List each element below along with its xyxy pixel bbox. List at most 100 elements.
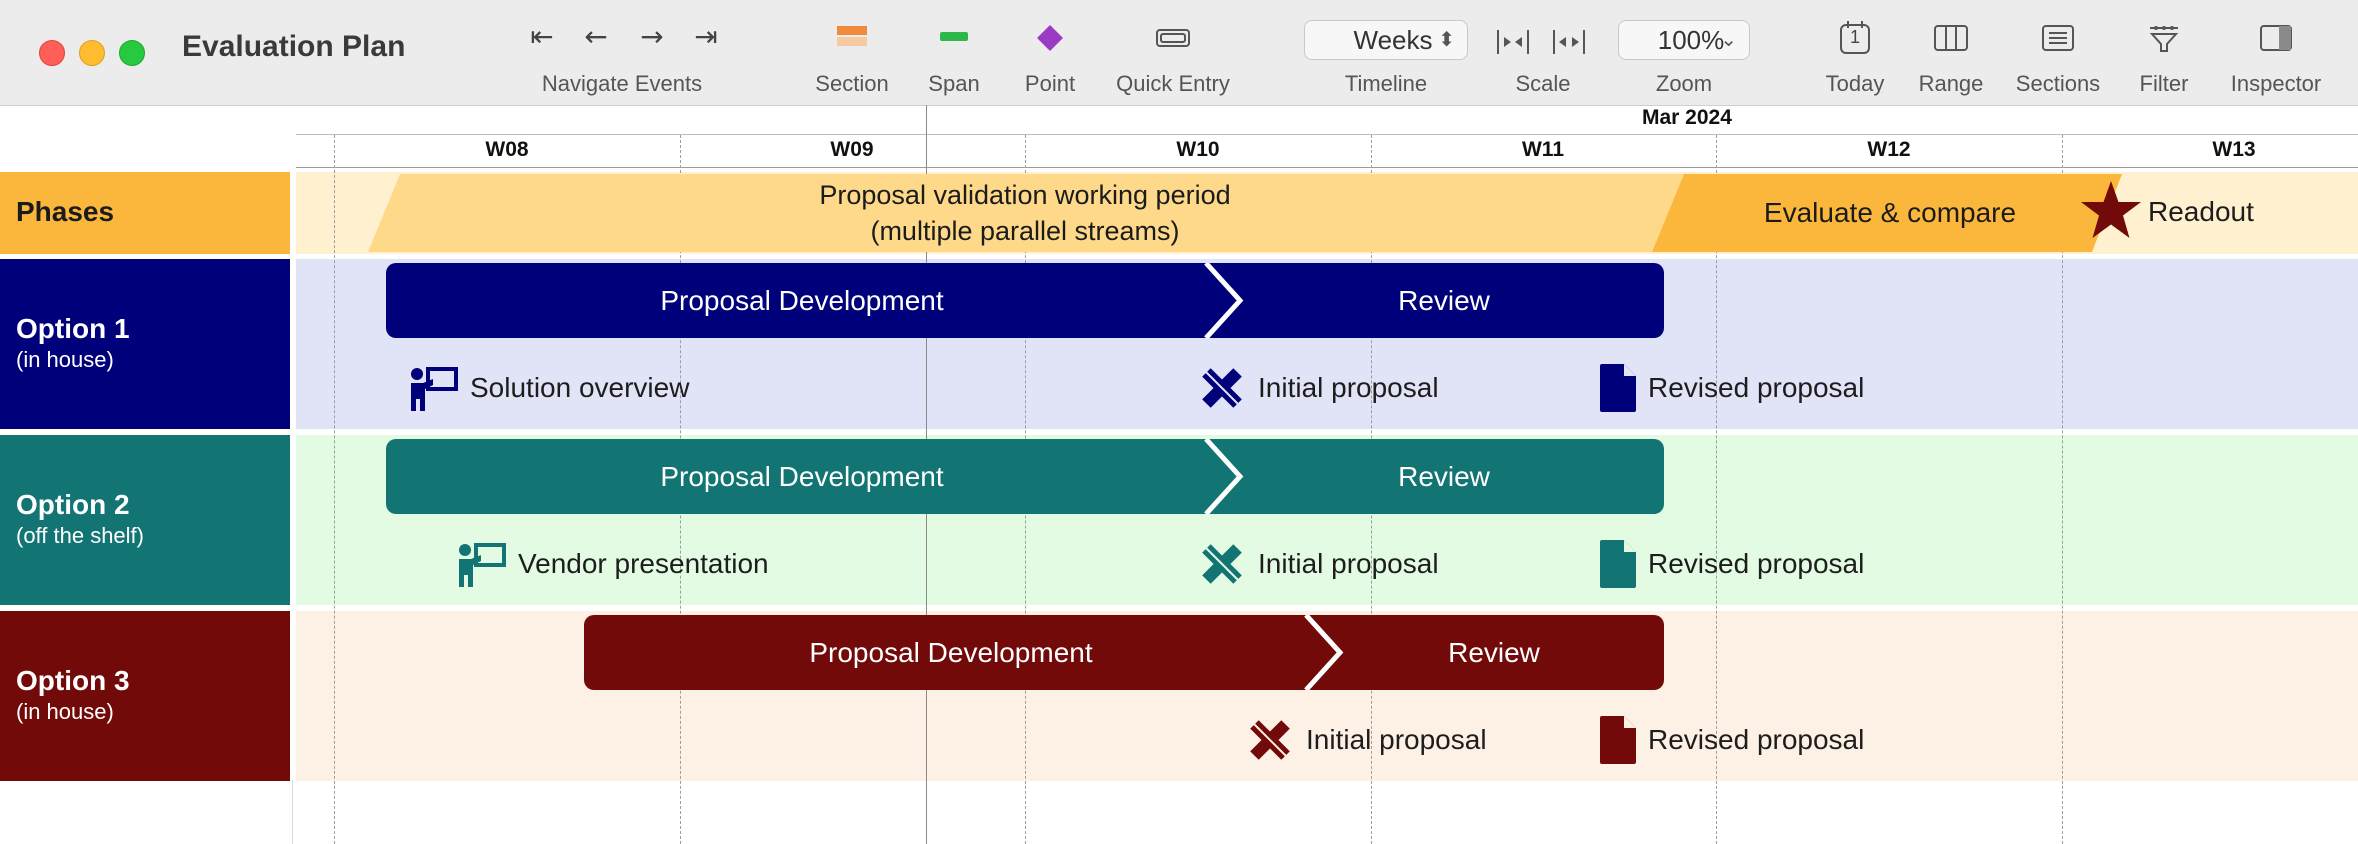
last-event-icon[interactable]: ⇥ xyxy=(684,20,728,53)
close-window-button[interactable] xyxy=(39,40,65,66)
timeline-popup[interactable]: Weeks ⬍ xyxy=(1304,20,1468,60)
next-event-icon[interactable]: → xyxy=(630,20,674,53)
option3-header[interactable]: Option 3 (in house) xyxy=(0,611,290,781)
header-divider xyxy=(296,134,2358,135)
navigate-events-label: Navigate Events xyxy=(541,71,703,96)
scale-group: Scale xyxy=(1486,0,1600,105)
option3-subtitle: (in house) xyxy=(16,699,114,724)
range-label: Range xyxy=(1918,71,1984,96)
option1-solution-overview[interactable]: Solution overview xyxy=(408,362,689,414)
month-label: Mar 2024 xyxy=(1642,106,1732,129)
zoom-label: Zoom xyxy=(1655,71,1713,96)
scale-shrink-icon[interactable] xyxy=(1496,28,1530,56)
stepper-icon: ⬍ xyxy=(1438,29,1455,51)
phases-header[interactable]: Phases xyxy=(0,172,290,254)
section-button[interactable]: Section xyxy=(802,0,902,105)
point-icon xyxy=(1037,25,1063,51)
today-label: Today xyxy=(1825,71,1885,96)
zoom-group: 100% ⌄ Zoom xyxy=(1618,0,1750,105)
week-label: W08 xyxy=(485,138,529,161)
pencil-ruler-icon xyxy=(1202,368,1242,408)
inspector-button[interactable]: Inspector xyxy=(2218,0,2334,105)
filter-button[interactable]: Filter xyxy=(2124,0,2204,105)
option2-initial-proposal[interactable]: Initial proposal xyxy=(1196,538,1439,590)
week-label: W13 xyxy=(2212,138,2256,161)
milestone-label: Revised proposal xyxy=(1648,548,1865,579)
pencil-ruler-icon xyxy=(1250,720,1290,760)
phase-evaluate-compare[interactable]: Evaluate & compare xyxy=(1700,174,2080,252)
option1-proposal-development[interactable]: Proposal Development xyxy=(386,263,1218,338)
option3-revised-proposal[interactable]: Revised proposal xyxy=(1598,714,1864,766)
milestone-label: Initial proposal xyxy=(1258,548,1439,579)
option1-header[interactable]: Option 1 (in house) xyxy=(0,259,290,429)
option1-subtitle: (in house) xyxy=(16,347,114,372)
milestone-label: Vendor presentation xyxy=(518,548,769,579)
quick-entry-icon xyxy=(1156,29,1190,47)
milestone-label: Revised proposal xyxy=(1648,372,1865,403)
milestone-label: Initial proposal xyxy=(1258,372,1439,403)
previous-event-icon[interactable]: ← xyxy=(574,20,618,53)
point-label: Point xyxy=(1024,71,1076,96)
filter-label: Filter xyxy=(2139,71,2189,96)
option2-revised-proposal[interactable]: Revised proposal xyxy=(1598,538,1864,590)
working-period-line1: Proposal validation working period xyxy=(819,179,1231,210)
presentation-icon xyxy=(411,367,458,411)
option2-vendor-presentation[interactable]: Vendor presentation xyxy=(456,538,769,590)
phases-title: Phases xyxy=(16,196,115,227)
sections-button[interactable]: Sections xyxy=(2004,0,2112,105)
week-label: W11 xyxy=(1521,138,1565,161)
filter-icon xyxy=(2149,26,2179,52)
window-title: Evaluation Plan xyxy=(182,30,406,63)
week-label: W12 xyxy=(1867,138,1911,161)
week-label: W09 xyxy=(830,138,874,161)
option2-review[interactable]: Review xyxy=(1224,439,1664,514)
option2-proposal-development[interactable]: Proposal Development xyxy=(386,439,1218,514)
scale-label: Scale xyxy=(1515,71,1571,96)
section-icon xyxy=(837,26,867,46)
star-icon[interactable] xyxy=(2080,180,2142,240)
option1-review[interactable]: Review xyxy=(1224,263,1664,338)
scale-expand-icon[interactable] xyxy=(1552,28,1586,56)
document-icon xyxy=(1600,364,1636,412)
option1-revised-proposal[interactable]: Revised proposal xyxy=(1598,362,1864,414)
timeline-label: Timeline xyxy=(1344,71,1428,96)
phase-working-period[interactable]: Proposal validation working period (mult… xyxy=(420,174,1630,252)
span-button[interactable]: Span xyxy=(914,0,994,105)
timeline-value: Weeks xyxy=(1353,25,1433,55)
readout-label[interactable]: Readout xyxy=(2148,186,2254,238)
zoom-popup[interactable]: 100% ⌄ xyxy=(1618,20,1750,60)
option2-subtitle: (off the shelf) xyxy=(16,523,144,548)
milestone-label: Initial proposal xyxy=(1306,724,1487,755)
quick-entry-label: Quick Entry xyxy=(1116,71,1230,96)
toolbar: Evaluation Plan ⇤ ← → ⇥ Navigate Events … xyxy=(0,0,2358,106)
option3-initial-proposal[interactable]: Initial proposal xyxy=(1244,714,1487,766)
milestone-label: Solution overview xyxy=(470,372,690,403)
document-icon xyxy=(1600,716,1636,764)
quick-entry-button[interactable]: Quick Entry xyxy=(1100,0,1246,105)
option2-header[interactable]: Option 2 (off the shelf) xyxy=(0,435,290,605)
minimize-window-button[interactable] xyxy=(79,40,105,66)
option1-initial-proposal[interactable]: Initial proposal xyxy=(1196,362,1439,414)
option3-proposal-development[interactable]: Proposal Development xyxy=(584,615,1318,690)
chevron-down-icon: ⌄ xyxy=(1720,29,1737,51)
point-button[interactable]: Point xyxy=(1010,0,1090,105)
zoom-window-button[interactable] xyxy=(119,40,145,66)
timeline-group: Weeks ⬍ Timeline xyxy=(1304,0,1468,105)
today-button[interactable]: 1 Today xyxy=(1810,0,1900,105)
header-divider xyxy=(296,167,2358,168)
milestone-label: Revised proposal xyxy=(1648,724,1865,755)
zoom-value: 100% xyxy=(1657,25,1725,55)
option3-review[interactable]: Review xyxy=(1324,615,1664,690)
range-button[interactable]: Range xyxy=(1906,0,1996,105)
week-label: W10 xyxy=(1176,138,1220,161)
inspector-label: Inspector xyxy=(2230,71,2322,96)
working-period-line2: (multiple parallel streams) xyxy=(870,216,1180,246)
navigate-events-group: ⇤ ← → ⇥ Navigate Events xyxy=(512,0,732,105)
range-icon xyxy=(1934,25,1968,51)
section-label: Section xyxy=(815,71,889,96)
option3-title: Option 3 xyxy=(16,665,130,696)
option2-title: Option 2 xyxy=(16,489,130,520)
first-event-icon[interactable]: ⇤ xyxy=(520,20,564,53)
document-icon xyxy=(1600,540,1636,588)
sections-label: Sections xyxy=(2015,71,2101,96)
